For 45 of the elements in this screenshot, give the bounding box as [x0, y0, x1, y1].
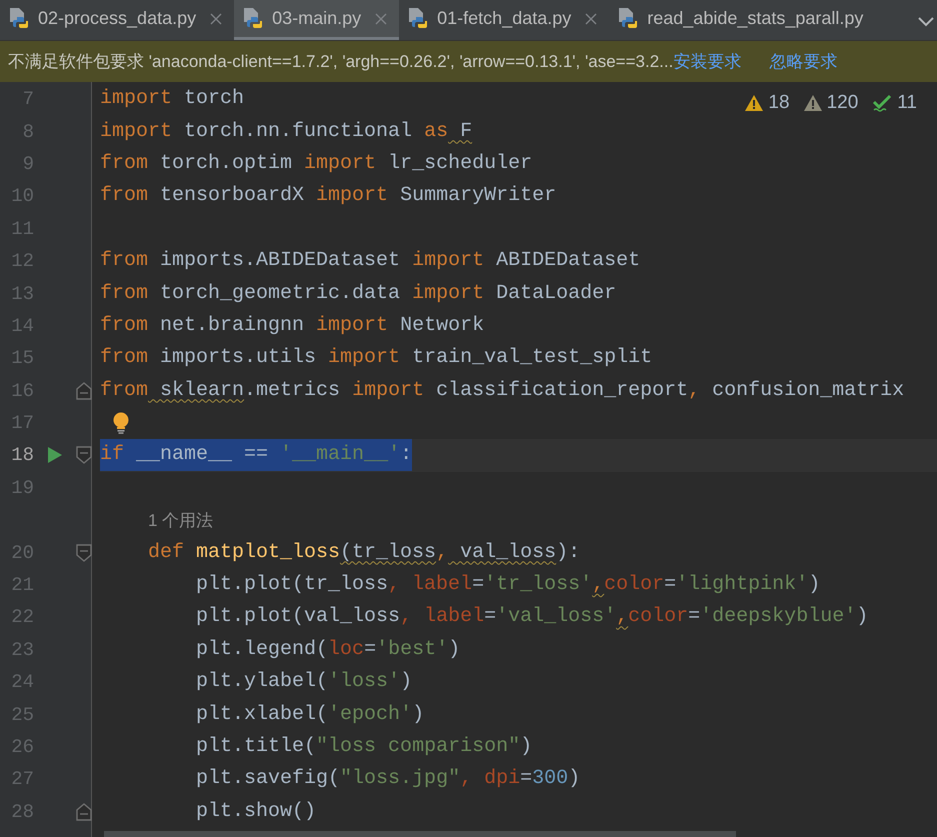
code-line: from tensorboardX import SummaryWriter	[100, 183, 556, 210]
notification-message: 不满足软件包要求 'anaconda-client==1.7.2', 'argh==0.26.2', 'arrow==0.13.1', 'ase==3.2...	[8, 51, 674, 73]
code-line: from imports.utils import train_val_test_split	[100, 345, 652, 372]
code-line: plt.plot(val_loss, label='val_loss',color='deepskyblue')	[195, 604, 868, 630]
file-tab[interactable]: 01-fetch_data.py	[399, 0, 610, 40]
file-tab[interactable]: 02-process_data.py	[0, 0, 234, 40]
code-line: import torch	[100, 86, 244, 112]
inspection-counter[interactable]: 120	[804, 92, 858, 114]
code-line: from sklearn.metrics import classification_report, confusion_matrix	[100, 378, 904, 404]
python-file-icon	[242, 6, 264, 30]
file-tab[interactable]: 03-main.py	[234, 0, 400, 40]
close-icon[interactable]	[210, 12, 222, 24]
code-line: from torch.optim import lr_scheduler	[100, 150, 532, 177]
check-icon	[872, 94, 892, 112]
code-line: from net.braingnn import Network	[100, 312, 484, 339]
code-line: import torch.nn.functional as F	[100, 118, 472, 145]
code-line: from imports.ABIDEDataset import ABIDEDataset	[100, 248, 640, 274]
scrollbar[interactable]	[104, 831, 736, 837]
code-line: plt.ylabel('loss')	[195, 669, 412, 696]
chevron-down-icon[interactable]	[917, 15, 935, 27]
usage-hint[interactable]: 1 个用法	[148, 508, 214, 532]
warning-icon	[745, 95, 764, 111]
code-line: plt.plot(tr_loss, label='tr_loss',color='lightpink')	[195, 572, 820, 598]
code-line: plt.title("loss comparison")	[195, 734, 532, 760]
code-line: plt.show()	[195, 798, 316, 825]
python-file-icon	[617, 6, 640, 30]
fold-icon[interactable]	[76, 544, 92, 562]
python-file-icon	[407, 6, 430, 30]
warning-icon	[804, 95, 822, 111]
notification-link[interactable]: 安装要求	[673, 50, 742, 73]
code-line: plt.savefig("loss.jpg", dpi=300)	[195, 766, 580, 792]
inspection-counter[interactable]: 11	[872, 92, 917, 114]
close-icon[interactable]	[375, 12, 388, 24]
notification-link[interactable]: 忽略要求	[769, 50, 838, 73]
close-icon[interactable]	[585, 12, 598, 24]
inspection-counter[interactable]: 18	[745, 92, 790, 114]
code-line: plt.legend(loc='best')	[195, 636, 460, 663]
run-icon[interactable]	[48, 447, 62, 464]
code-line: from torch_geometric.data import DataLoader	[100, 280, 616, 307]
file-tab[interactable]: read_abide_stats_parall.py	[609, 0, 876, 40]
lightbulb-icon[interactable]	[112, 412, 130, 434]
code-line: def matplot_loss(tr_loss, val_loss):	[147, 540, 580, 566]
python-file-icon	[8, 6, 30, 30]
code-line: plt.xlabel('epoch')	[195, 702, 424, 728]
line-number: 18	[10, 444, 34, 466]
